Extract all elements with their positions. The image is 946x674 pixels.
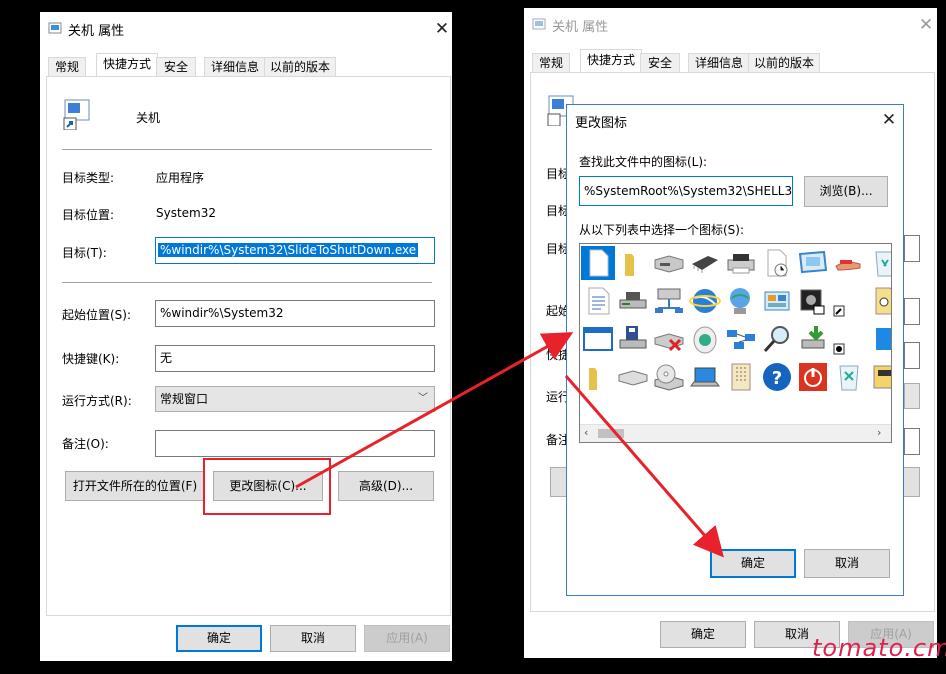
arrow-to-ok-button [564, 375, 724, 558]
annotation-arrows [295, 332, 724, 558]
arrow-to-dialog [295, 332, 574, 489]
watermark: tomato.cm [812, 634, 946, 662]
